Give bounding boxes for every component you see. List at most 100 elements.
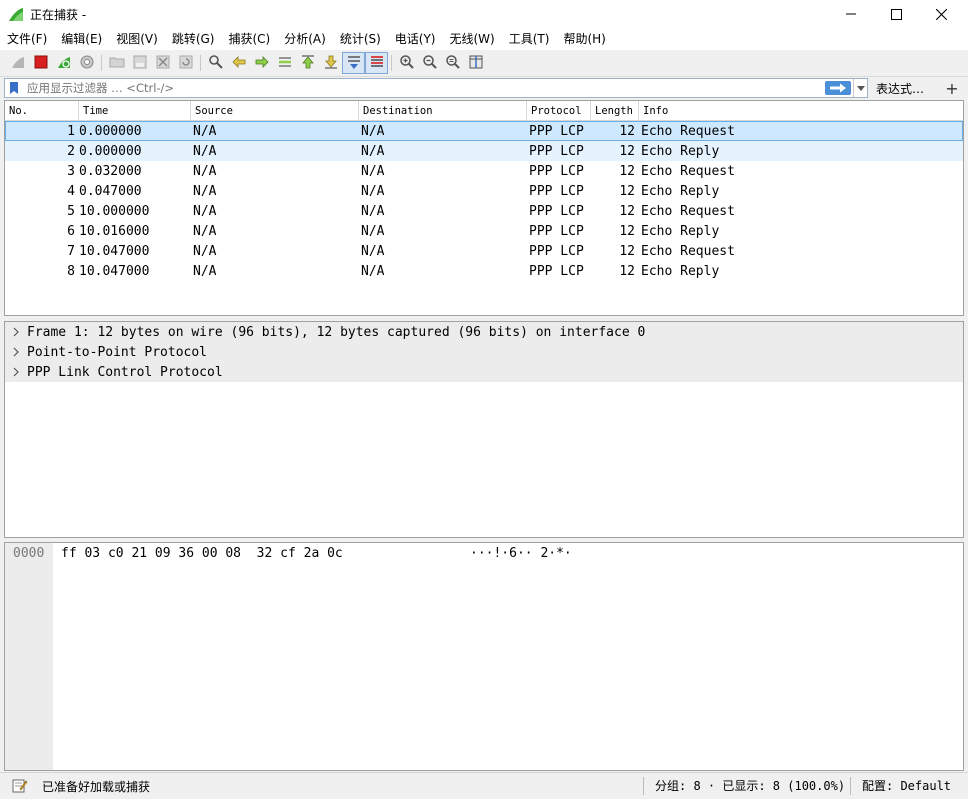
cell-length: 12 <box>619 123 635 139</box>
cell-time: 0.000000 <box>79 143 142 159</box>
column-header-no[interactable]: No. <box>5 101 79 121</box>
packet-row[interactable]: 4 0.047000 N/A N/A PPP LCP 12 Echo Reply <box>5 181 963 201</box>
cell-time: 10.047000 <box>79 263 150 279</box>
packet-row[interactable]: 7 10.047000 N/A N/A PPP LCP 12 Echo Requ… <box>5 241 963 261</box>
cell-no: 5 <box>67 203 75 219</box>
go-to-packet-button[interactable] <box>273 52 296 74</box>
close-button[interactable] <box>918 0 964 28</box>
bytes-hex[interactable]: ff 03 c0 21 09 36 00 08 32 cf 2a 0c <box>61 545 343 563</box>
first-packet-button[interactable] <box>296 52 319 74</box>
menu-capture[interactable]: 捕获(C) <box>221 28 277 50</box>
cell-no: 3 <box>67 163 75 179</box>
menu-wireless[interactable]: 无线(W) <box>443 28 502 50</box>
toolbar-separator <box>391 55 392 71</box>
chevron-right-icon[interactable] <box>5 367 27 377</box>
stop-capture-button[interactable] <box>29 52 52 74</box>
cell-time: 10.047000 <box>79 243 150 259</box>
menu-telephony[interactable]: 电话(Y) <box>388 28 443 50</box>
menu-go[interactable]: 跳转(G) <box>165 28 222 50</box>
cell-no: 1 <box>67 123 75 139</box>
chevron-right-icon[interactable] <box>5 347 27 357</box>
stop-icon <box>34 55 48 72</box>
apply-filter-button[interactable] <box>825 81 851 95</box>
column-header-info[interactable]: Info <box>639 101 963 121</box>
arrow-up-icon <box>300 54 316 73</box>
cell-time: 10.000000 <box>79 203 150 219</box>
zoom-in-button[interactable] <box>395 52 418 74</box>
restart-capture-button[interactable] <box>52 52 75 74</box>
last-packet-button[interactable] <box>319 52 342 74</box>
find-packet-button[interactable] <box>204 52 227 74</box>
bytes-ascii[interactable]: ···!·6·· 2·*· <box>470 545 572 563</box>
menu-edit[interactable]: 编辑(E) <box>54 28 109 50</box>
resize-columns-button[interactable] <box>464 52 487 74</box>
cell-info: Echo Reply <box>641 183 720 199</box>
menu-tools[interactable]: 工具(T) <box>502 28 557 50</box>
menu-file[interactable]: 文件(F) <box>0 28 54 50</box>
expression-button[interactable]: 表达式… <box>876 80 924 97</box>
start-capture-button[interactable] <box>6 52 29 74</box>
reload-file-button[interactable] <box>174 52 197 74</box>
detail-tree-label: PPP Link Control Protocol <box>27 364 223 380</box>
menu-view[interactable]: 视图(V) <box>109 28 165 50</box>
add-filter-button[interactable]: + <box>942 78 962 98</box>
cell-no: 8 <box>67 263 75 279</box>
status-divider <box>850 777 851 795</box>
menu-analyze[interactable]: 分析(A) <box>277 28 333 50</box>
window-title: 正在捕获 - <box>30 7 87 22</box>
menu-bar: 文件(F) 编辑(E) 视图(V) 跳转(G) 捕获(C) 分析(A) 统计(S… <box>0 28 968 50</box>
status-profile[interactable]: 配置: Default <box>862 773 951 799</box>
cell-protocol: PPP LCP <box>529 163 584 179</box>
chevron-right-icon[interactable] <box>5 327 27 337</box>
display-filter-input[interactable] <box>27 80 825 96</box>
packet-row[interactable]: 1 0.000000 N/A N/A PPP LCP 12 Echo Reque… <box>5 121 963 141</box>
cell-protocol: PPP LCP <box>529 183 584 199</box>
column-header-time[interactable]: Time <box>79 101 191 121</box>
column-header-source[interactable]: Source <box>191 101 359 121</box>
autoscroll-button[interactable] <box>342 52 365 74</box>
title-bar: 正在捕获 - <box>0 0 968 28</box>
open-file-button[interactable] <box>105 52 128 74</box>
column-header-protocol[interactable]: Protocol <box>527 101 591 121</box>
cell-destination: N/A <box>361 143 385 159</box>
zoom-normal-button[interactable] <box>441 52 464 74</box>
go-forward-button[interactable] <box>250 52 273 74</box>
cell-source: N/A <box>193 163 217 179</box>
cell-destination: N/A <box>361 263 385 279</box>
colorize-button[interactable] <box>365 52 388 74</box>
cell-no: 6 <box>67 223 75 239</box>
menu-help[interactable]: 帮助(H) <box>556 28 612 50</box>
filter-history-dropdown[interactable] <box>853 79 867 97</box>
cell-info: Echo Reply <box>641 223 720 239</box>
cell-source: N/A <box>193 123 217 139</box>
cell-protocol: PPP LCP <box>529 143 584 159</box>
packet-row[interactable]: 6 10.016000 N/A N/A PPP LCP 12 Echo Repl… <box>5 221 963 241</box>
detail-tree-item-frame[interactable]: Frame 1: 12 bytes on wire (96 bits), 12 … <box>5 322 963 342</box>
zoom-out-button[interactable] <box>418 52 441 74</box>
packet-row[interactable]: 8 10.047000 N/A N/A PPP LCP 12 Echo Repl… <box>5 261 963 281</box>
minimize-button[interactable] <box>828 0 874 28</box>
detail-tree-item-lcp[interactable]: PPP Link Control Protocol <box>5 362 963 382</box>
capture-options-button[interactable] <box>75 52 98 74</box>
maximize-button[interactable] <box>873 0 919 28</box>
packet-row[interactable]: 5 10.000000 N/A N/A PPP LCP 12 Echo Requ… <box>5 201 963 221</box>
cell-info: Echo Reply <box>641 263 720 279</box>
column-header-destination[interactable]: Destination <box>359 101 527 121</box>
column-header-length[interactable]: Length <box>591 101 639 121</box>
menu-statistics[interactable]: 统计(S) <box>333 28 388 50</box>
main-toolbar <box>0 50 968 77</box>
detail-tree-item-ppp[interactable]: Point-to-Point Protocol <box>5 342 963 362</box>
close-file-button[interactable] <box>151 52 174 74</box>
cell-protocol: PPP LCP <box>529 223 584 239</box>
cell-protocol: PPP LCP <box>529 123 584 139</box>
packet-row[interactable]: 3 0.032000 N/A N/A PPP LCP 12 Echo Reque… <box>5 161 963 181</box>
packet-row[interactable]: 2 0.000000 N/A N/A PPP LCP 12 Echo Reply <box>5 141 963 161</box>
bookmark-icon[interactable] <box>7 80 21 96</box>
go-back-button[interactable] <box>227 52 250 74</box>
arrow-right-icon <box>254 54 270 73</box>
cell-time: 0.000000 <box>79 123 142 139</box>
shark-fin-restart-icon <box>56 54 72 73</box>
save-file-button[interactable] <box>128 52 151 74</box>
capture-comment-icon[interactable] <box>12 778 28 794</box>
cell-time: 0.032000 <box>79 163 142 179</box>
